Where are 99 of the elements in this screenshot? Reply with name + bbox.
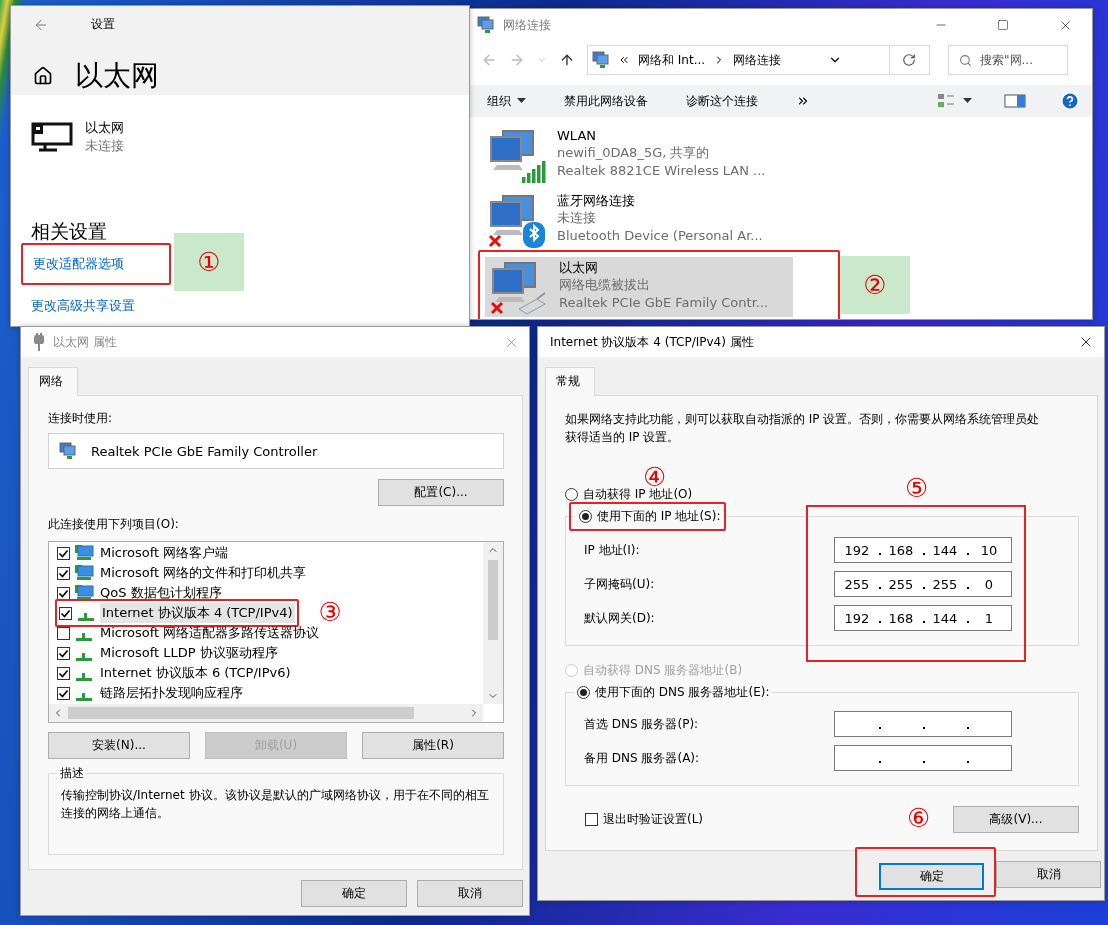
radio-option[interactable]: 使用下面的 IP 地址(S): (579, 508, 721, 525)
connection-item[interactable]: WLAN newifi_0DA8_5G, 共享的 Realtek 8821CE Wireless LAN ... (483, 125, 791, 185)
plug-icon (33, 333, 45, 351)
checkbox[interactable] (57, 666, 70, 680)
page-title: 以太网 (75, 58, 159, 94)
breadcrumb-item[interactable]: 网络连接 (733, 51, 782, 69)
scrollbar-thumb[interactable] (488, 560, 498, 640)
list-item[interactable]: Internet 协议版本 6 (TCP/IPv6) (57, 663, 293, 683)
adapter-name: Realtek 8821CE Wireless LAN ... (557, 162, 766, 180)
field-label: 默认网关(D): (584, 609, 656, 627)
connection-detail: 未连接 (557, 209, 597, 227)
adapter-icon (59, 442, 77, 460)
dialog-button[interactable]: 确定 (301, 880, 407, 907)
dialog-button[interactable]: 属性(R) (362, 732, 504, 759)
list-item[interactable]: Microsoft 网络的文件和打印机共享 (57, 563, 309, 583)
ip-address-field[interactable]: 255 255 255 0 (834, 571, 1012, 597)
connection-name: 蓝牙网络连接 (557, 192, 636, 209)
section-title: 相关设置 (31, 219, 108, 244)
caret-icon[interactable] (517, 98, 526, 104)
connection-name: 以太网 (559, 259, 599, 276)
breadcrumb-item[interactable]: 网络和 Int... (638, 51, 706, 69)
list-item[interactable]: Microsoft LLDP 协议驱动程序 (57, 643, 280, 663)
field-label: 首选 DNS 服务器(P): (584, 715, 700, 733)
up-arrow-icon[interactable] (559, 52, 575, 68)
search-field[interactable]: 搜索"网... (948, 45, 1068, 75)
checkbox[interactable] (59, 606, 72, 620)
checkbox[interactable] (57, 686, 70, 700)
advanced-button[interactable]: 高级(V)... (953, 806, 1079, 833)
step-number: ① (174, 233, 244, 291)
caret-icon[interactable] (963, 98, 972, 104)
ip-address-field[interactable] (834, 745, 1012, 771)
adapter-box: Realtek PCIe GbE Family Controller (48, 433, 504, 469)
scrollbar-thumb[interactable] (68, 707, 414, 719)
dialog-button[interactable]: 取消 (417, 880, 523, 907)
ip-address-field[interactable] (834, 711, 1012, 737)
horizontal-scrollbar[interactable] (49, 704, 483, 722)
tab[interactable]: 常规 (545, 367, 595, 396)
field-label: IP 地址(I): (584, 541, 641, 559)
adapter-name: Realtek PCIe GbE Family Contr... (559, 294, 769, 312)
view-options-icon[interactable] (937, 93, 955, 109)
connection-status: 未连接 (85, 137, 124, 155)
adapter-name: Bluetooth Device (Personal Ar... (557, 227, 763, 245)
list-item[interactable]: Microsoft 网络适配器多路传送器协议 (57, 623, 322, 643)
step-number: ③ (318, 599, 342, 625)
list-item[interactable]: 链路层拓扑发现响应程序 (57, 683, 245, 703)
field-label: 备用 DNS 服务器(A): (584, 749, 701, 767)
chevrons-icon (618, 54, 630, 66)
vertical-scrollbar[interactable] (483, 542, 503, 704)
window-title: 设置 (91, 16, 115, 33)
step-number: ② (840, 256, 910, 314)
connection-detail: newifi_0DA8_5G, 共享的 (557, 144, 711, 162)
connection-name: 以太网 (85, 119, 124, 137)
settings-link[interactable]: 更改高级共享设置 (31, 297, 135, 315)
configure-button[interactable]: 配置(C)... (378, 479, 504, 506)
window-title: 网络连接 (503, 16, 552, 34)
toolbar-button[interactable]: 诊断这个连接 (686, 92, 758, 110)
step-number: ⑤ (905, 475, 929, 501)
connection-item[interactable]: 以太网 网络电缆被拔出 Realtek PCIe GbE Family Contr... (485, 257, 793, 317)
address-bar[interactable]: 网络和 Int... 网络连接 (587, 45, 930, 75)
toolbar-button[interactable]: 禁用此网络设备 (564, 92, 648, 110)
radio-option[interactable]: 使用下面的 DNS 服务器地址(E): (577, 684, 770, 701)
description-text: 传输控制协议/Internet 协议。该协议是默认的广域网络协议，用于在不同的相互连接的网络上通信。 (61, 787, 490, 822)
checkbox[interactable] (57, 586, 70, 600)
radio-option[interactable]: 自动获得 IP 地址(O) (565, 486, 693, 503)
search-icon (959, 53, 972, 67)
network-folder-icon (592, 51, 610, 69)
computer-icon (31, 122, 73, 152)
list-item[interactable]: Microsoft 网络客户端 (57, 543, 231, 563)
checkbox[interactable] (57, 566, 70, 580)
dialog-button[interactable]: 取消 (996, 861, 1101, 888)
validate-checkbox[interactable]: 退出时验证设置(L) (585, 811, 704, 828)
dialog-button[interactable]: 确定 (879, 863, 984, 890)
refresh-icon[interactable] (902, 53, 917, 67)
checkbox[interactable] (57, 646, 70, 660)
connection-item[interactable]: 蓝牙网络连接 未连接 Bluetooth Device (Personal Ar... (483, 190, 791, 250)
tab[interactable]: 网络 (28, 367, 78, 396)
connection-detail: 网络电缆被拔出 (559, 276, 651, 294)
dialog-button[interactable]: 安装(N)... (48, 732, 190, 759)
ip-address-field[interactable]: 192 168 144 10 (834, 537, 1012, 563)
maximize-icon[interactable] (997, 19, 1009, 31)
more-commands-icon[interactable] (796, 94, 810, 108)
help-icon[interactable] (1060, 91, 1080, 111)
field-label: 连接时使用: (48, 410, 114, 427)
group-label: 描述 (59, 765, 85, 782)
ip-address-field[interactable]: 192 168 144 1 (834, 605, 1012, 631)
intro-text: 如果网络支持此功能，则可以获取自动指派的 IP 设置。否则，你需要从网络系统管理员处获得适当的 IP 设置。 (565, 411, 1041, 446)
window-title: Internet 协议版本 4 (TCP/IPv4) 属性 (550, 333, 755, 351)
field-label: 子网掩码(U): (584, 575, 656, 593)
step-number: ⑥ (907, 805, 931, 831)
list-item[interactable]: QoS 数据包计划程序 (57, 583, 224, 603)
window-title: 以太网 属性 (53, 333, 118, 351)
settings-link[interactable]: 更改适配器选项 (33, 255, 124, 273)
network-icon (477, 16, 495, 34)
home-icon[interactable] (33, 66, 53, 86)
field-label: 此连接使用下列项目(O): (48, 516, 180, 533)
connection-name: WLAN (557, 127, 597, 144)
toolbar-button[interactable]: 组织 (487, 92, 526, 110)
preview-pane-icon[interactable] (1004, 94, 1026, 108)
checkbox[interactable] (57, 546, 70, 560)
